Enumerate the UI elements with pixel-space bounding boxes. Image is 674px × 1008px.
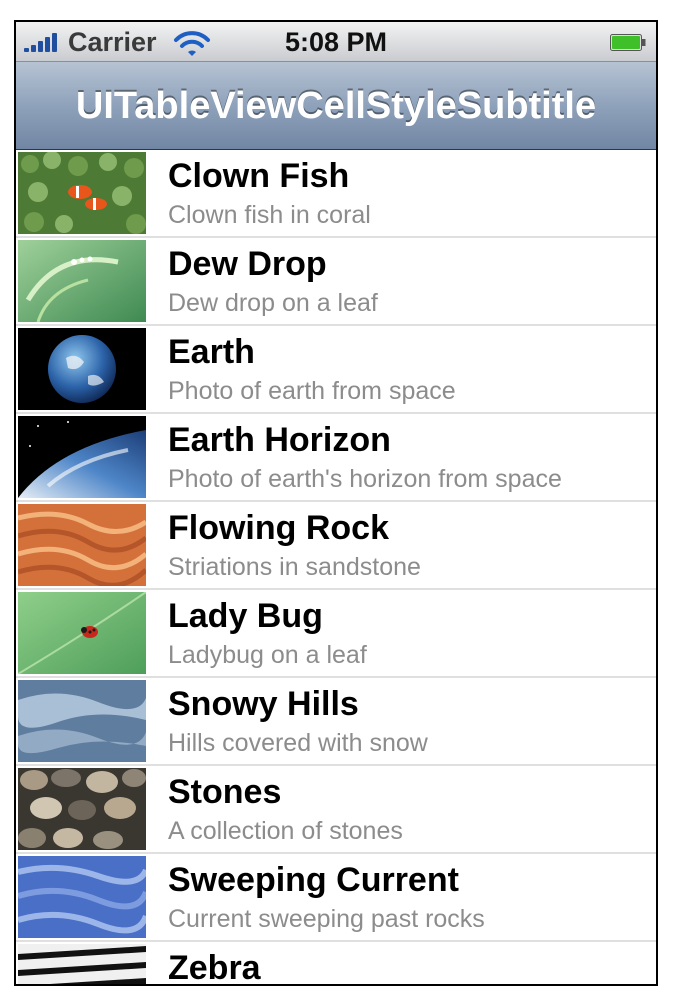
flowing-rock-thumbnail bbox=[18, 504, 146, 586]
row-subtitle: Striations in sandstone bbox=[168, 553, 421, 581]
sweeping-current-thumbnail bbox=[18, 856, 146, 938]
row-title: Clown Fish bbox=[168, 157, 350, 195]
row-subtitle: Photo of earth's horizon from space bbox=[168, 465, 562, 493]
row-subtitle: Hills covered with snow bbox=[168, 729, 428, 757]
zebra-thumbnail bbox=[18, 944, 146, 984]
dew-drop-thumbnail bbox=[18, 240, 146, 322]
clock-time: 5:08 PM bbox=[284, 27, 388, 57]
row-subtitle: Photo of earth from space bbox=[168, 377, 456, 405]
table-row[interactable]: Lady Bug Ladybug on a leaf bbox=[16, 590, 656, 678]
row-subtitle: Clown fish in coral bbox=[168, 201, 371, 229]
table-row[interactable]: Earth Horizon Photo of earth's horizon f… bbox=[16, 414, 656, 502]
clown-fish-thumbnail bbox=[18, 152, 146, 234]
table-row[interactable]: Clown Fish Clown fish in coral bbox=[16, 150, 656, 238]
status-bar: Carrier 5:08 PM bbox=[16, 22, 656, 62]
stones-thumbnail bbox=[18, 768, 146, 850]
table-row[interactable]: Earth Photo of earth from space bbox=[16, 326, 656, 414]
row-title: Earth bbox=[168, 333, 255, 371]
phone-screen: Carrier 5:08 PM UITableViewCellStyleSubt… bbox=[14, 20, 658, 986]
table-view[interactable]: Clown Fish Clown fish in coral Dew Drop … bbox=[16, 150, 656, 986]
table-row[interactable]: Snowy Hills Hills covered with snow bbox=[16, 678, 656, 766]
table-row[interactable]: Sweeping Current Current sweeping past r… bbox=[16, 854, 656, 942]
row-subtitle: Current sweeping past rocks bbox=[168, 905, 485, 933]
row-title: Zebra bbox=[168, 949, 261, 986]
row-title: Earth Horizon bbox=[168, 421, 391, 459]
lady-bug-thumbnail bbox=[18, 592, 146, 674]
snowy-hills-thumbnail bbox=[18, 680, 146, 762]
row-title: Sweeping Current bbox=[168, 861, 459, 899]
row-title: Flowing Rock bbox=[168, 509, 389, 547]
nav-title: UITableViewCellStyleSubtitle bbox=[75, 85, 597, 127]
row-title: Dew Drop bbox=[168, 245, 327, 283]
table-row[interactable]: Zebra bbox=[16, 942, 656, 986]
earth-horizon-thumbnail bbox=[18, 416, 146, 498]
row-title: Stones bbox=[168, 773, 282, 811]
earth-thumbnail bbox=[18, 328, 146, 410]
row-subtitle: Ladybug on a leaf bbox=[168, 641, 367, 669]
battery-icon bbox=[610, 34, 646, 51]
table-row[interactable]: Flowing Rock Striations in sandstone bbox=[16, 502, 656, 590]
row-subtitle: Dew drop on a leaf bbox=[168, 289, 378, 317]
row-title: Lady Bug bbox=[168, 597, 323, 635]
table-row[interactable]: Stones A collection of stones bbox=[16, 766, 656, 854]
row-subtitle: A collection of stones bbox=[168, 817, 403, 845]
navigation-bar: UITableViewCellStyleSubtitle bbox=[16, 62, 656, 150]
row-title: Snowy Hills bbox=[168, 685, 359, 723]
table-row[interactable]: Dew Drop Dew drop on a leaf bbox=[16, 238, 656, 326]
